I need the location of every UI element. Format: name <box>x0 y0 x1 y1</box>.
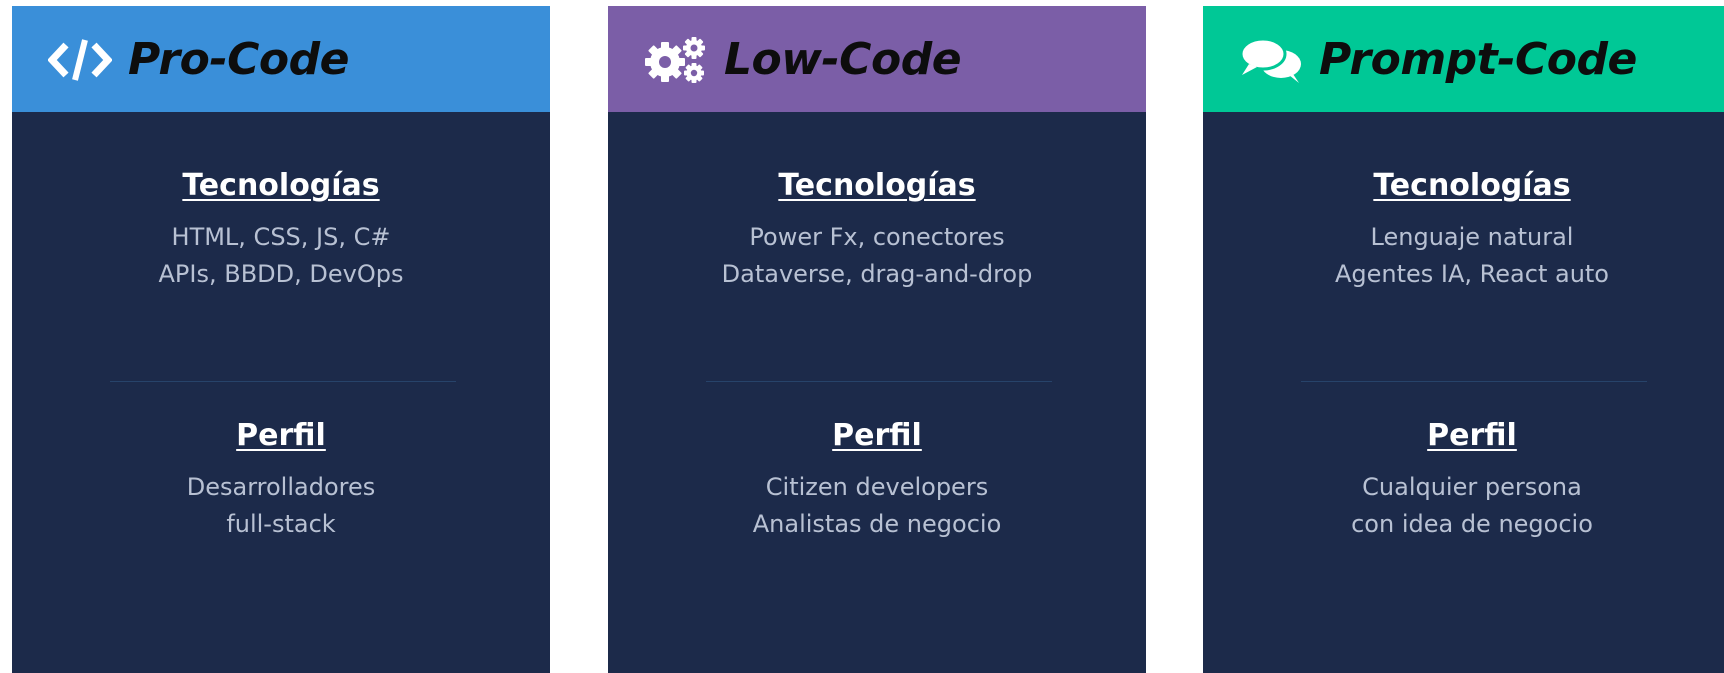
low-code-card: Low-Code Tecnologías Power Fx, conectore… <box>608 6 1146 673</box>
gears-icon <box>645 37 705 83</box>
profile-line-2: Analistas de negocio <box>752 510 1002 538</box>
prompt-code-header: Prompt-Code <box>1203 6 1724 112</box>
tech-line-1: Lenguaje natural <box>1370 223 1574 251</box>
card-title: Low-Code <box>724 34 962 85</box>
prompt-code-card: Prompt-Code Tecnologías Lenguaje natural… <box>1203 6 1724 673</box>
profile-heading: Perfil <box>1427 418 1517 453</box>
low-code-header: Low-Code <box>608 6 1146 112</box>
section-divider <box>1301 381 1647 382</box>
section-divider <box>706 381 1052 382</box>
card-title: Prompt-Code <box>1319 34 1637 85</box>
tech-heading: Tecnologías <box>182 168 380 203</box>
card-title: Pro-Code <box>128 34 349 85</box>
pro-code-card: Pro-Code Tecnologías HTML, CSS, JS, C# A… <box>12 6 550 673</box>
tech-line-1: HTML, CSS, JS, C# <box>171 223 391 251</box>
tech-line-2: Dataverse, drag-and-drop <box>721 260 1033 288</box>
profile-line-2: full-stack <box>226 510 336 538</box>
profile-line-1: Cualquier persona <box>1362 473 1582 501</box>
tech-line-2: APIs, BBDD, DevOps <box>158 260 404 288</box>
chat-bubbles-icon <box>1239 37 1301 83</box>
code-icon <box>48 39 112 81</box>
tech-line-1: Power Fx, conectores <box>749 223 1005 251</box>
profile-line-1: Desarrolladores <box>186 473 376 501</box>
profile-heading: Perfil <box>236 418 326 453</box>
tech-heading: Tecnologías <box>1373 168 1571 203</box>
profile-heading: Perfil <box>832 418 922 453</box>
section-divider <box>110 381 456 382</box>
tech-heading: Tecnologías <box>778 168 976 203</box>
profile-line-1: Citizen developers <box>765 473 989 501</box>
pro-code-header: Pro-Code <box>12 6 550 112</box>
tech-line-2: Agentes IA, React auto <box>1334 260 1609 288</box>
profile-line-2: con idea de negocio <box>1351 510 1593 538</box>
